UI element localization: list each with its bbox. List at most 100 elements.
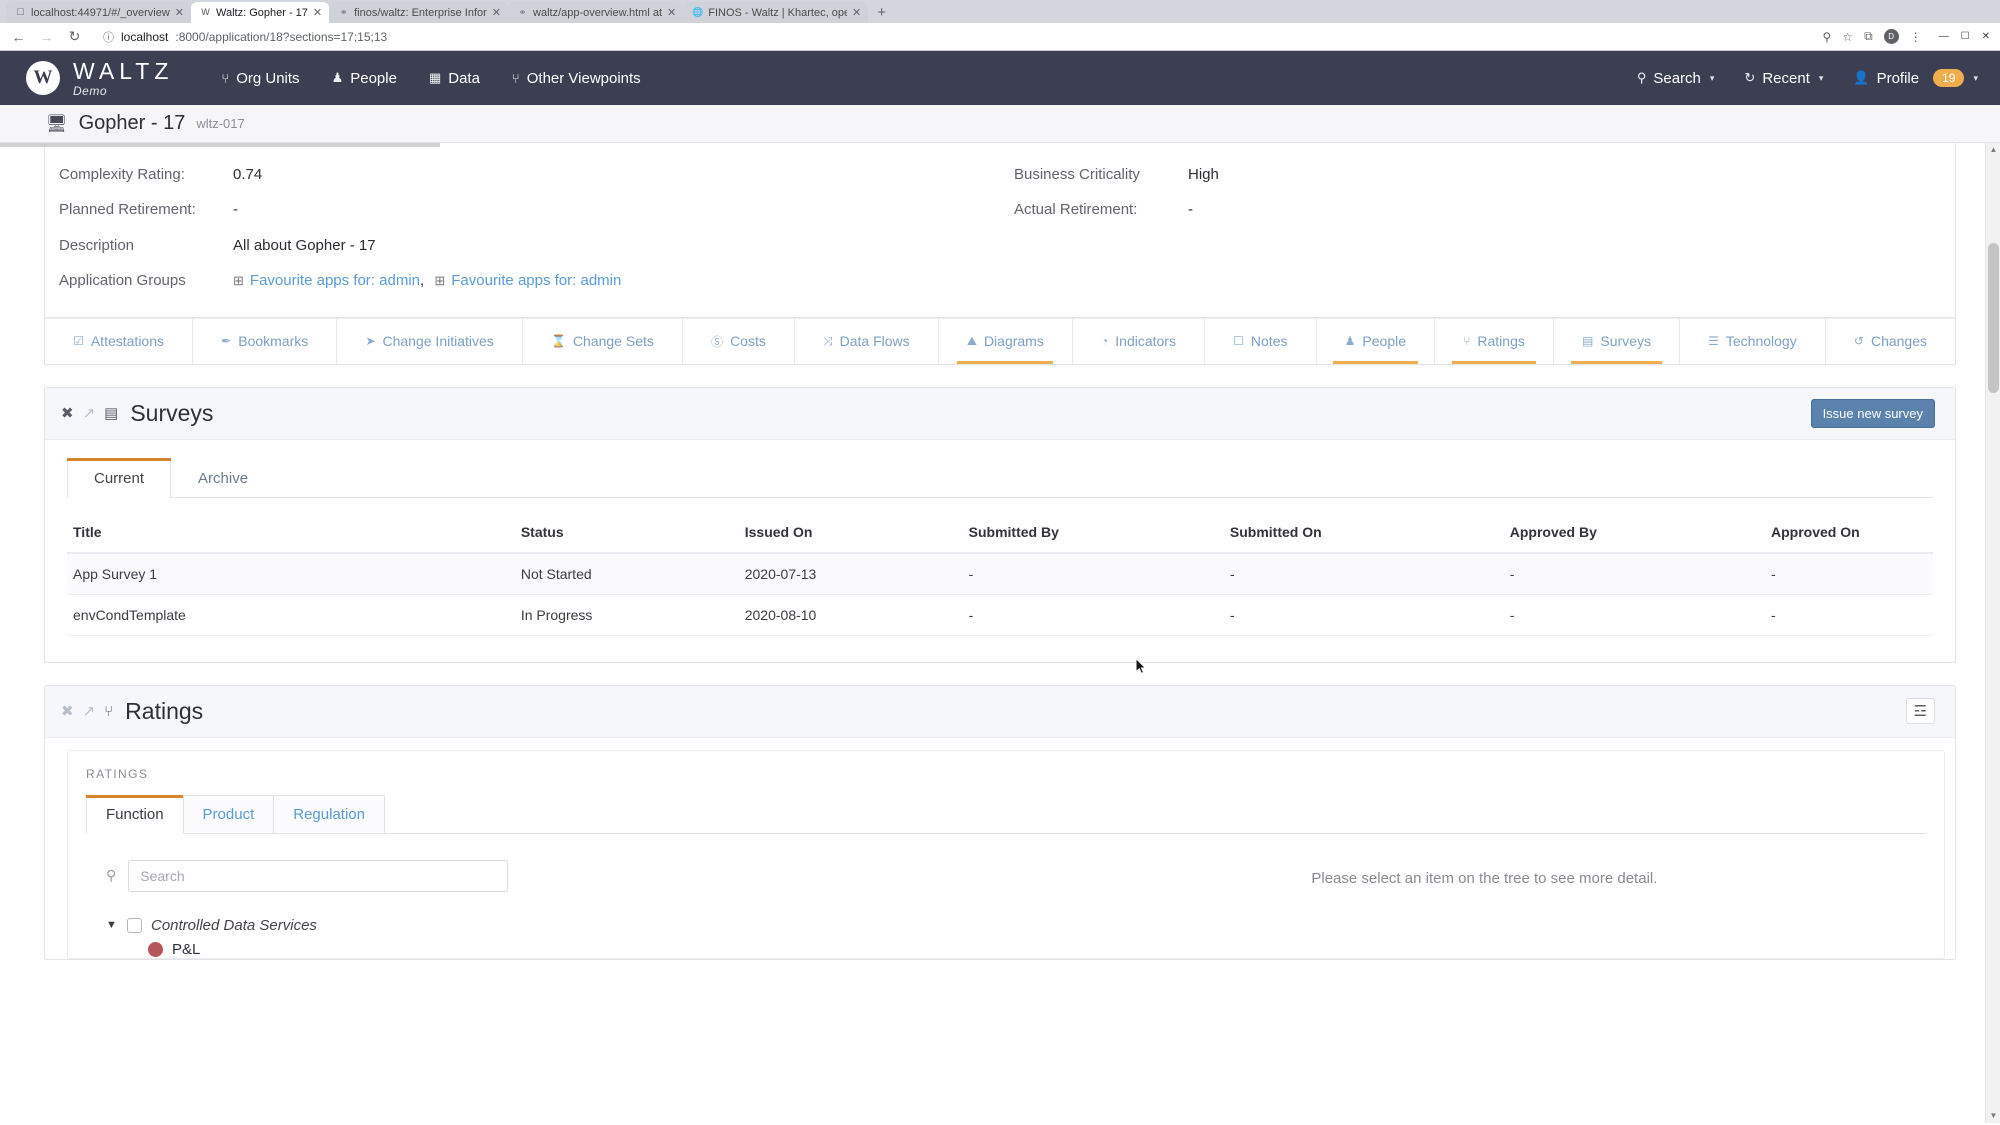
external-link-icon[interactable]: ↗ <box>83 404 96 422</box>
scroll-up-icon[interactable]: ▲ <box>1986 143 2000 157</box>
brand-logo-group[interactable]: W WALTZ Demo <box>26 59 173 98</box>
col-approved-on[interactable]: Approved On <box>1765 513 1933 554</box>
close-icon[interactable]: ✕ <box>492 6 501 19</box>
browser-tab-1[interactable]: W Waltz: Gopher - 17 ✕ <box>191 2 330 23</box>
waltz-icon: W <box>201 7 210 17</box>
col-approved-by[interactable]: Approved By <box>1503 513 1765 554</box>
nav-search[interactable]: ⚲ Search ▾ <box>1637 70 1715 87</box>
surveys-panel-header: ✖ ↗ ▤ Surveys Issue new survey <box>45 387 1955 440</box>
tab-archive[interactable]: Archive <box>171 458 275 498</box>
address-bar[interactable]: ⓘ localhost:8000/application/18?sections… <box>94 26 1812 47</box>
tree-node-controlled-data-services[interactable]: ▼ Controlled Data Services <box>106 914 1019 937</box>
extensions-icon[interactable]: ⧉ <box>1864 29 1873 44</box>
chevron-down-icon[interactable]: ▼ <box>106 919 118 931</box>
tab-current[interactable]: Current <box>67 457 172 498</box>
reload-icon[interactable]: ↻ <box>66 28 83 45</box>
nav-item-other-viewpoints[interactable]: ⑂ Other Viewpoints <box>512 70 641 87</box>
tab-costs[interactable]: Ⓢ Costs <box>683 318 795 364</box>
tab-data-flows[interactable]: ⤨ Data Flows <box>795 318 939 364</box>
browser-tab-2[interactable]: ⚭ finos/waltz: Enterprise Infor ✕ <box>329 2 509 23</box>
app-group-label: Favourite apps for: admin <box>451 272 622 290</box>
tab-diagrams[interactable]: ⛰ Diagrams <box>939 318 1073 364</box>
scroll-down-icon[interactable]: ▼ <box>1986 1109 2000 1123</box>
tab-technology[interactable]: ☰ Technology <box>1680 318 1826 364</box>
avatar[interactable]: D <box>1883 29 1899 44</box>
close-icon[interactable]: ✕ <box>175 6 184 19</box>
rating-color-dot <box>148 941 163 957</box>
close-icon[interactable]: ✖ <box>61 404 74 422</box>
viewpoints-icon: ⑂ <box>511 70 520 86</box>
search-icon[interactable]: ⚲ <box>1823 30 1832 44</box>
back-icon[interactable]: ← <box>10 29 27 45</box>
nav-item-people[interactable]: ♟ People <box>332 70 397 87</box>
external-link-icon[interactable]: ↗ <box>83 702 96 720</box>
scrollbar-thumb[interactable] <box>1988 243 1999 393</box>
page-body: Complexity Rating: 0.74 Business Critica… <box>0 143 2000 1123</box>
table-row[interactable]: App Survey 1 Not Started 2020-07-13 - - … <box>67 552 1933 595</box>
ratings-panel: ✖ ↗ ⑂ Ratings ☲ RATINGS Function Product… <box>44 684 1956 960</box>
issue-new-survey-button[interactable]: Issue new survey <box>1810 398 1935 428</box>
tab-function[interactable]: Function <box>86 794 184 834</box>
col-status[interactable]: Status <box>514 513 739 554</box>
forward-icon[interactable]: → <box>38 29 55 45</box>
col-submitted-by[interactable]: Submitted By <box>962 513 1224 554</box>
close-icon[interactable]: ✖ <box>61 702 74 720</box>
tab-regulation[interactable]: Regulation <box>273 794 385 834</box>
tab-indicators[interactable]: ◔ Indicators <box>1073 318 1206 364</box>
tree-child-label: P&L <box>172 940 201 958</box>
browser-tab-4[interactable]: 🌐 FINOS - Waltz | Khartec, ope ✕ <box>683 2 869 23</box>
tab-notes[interactable]: ☐ Notes <box>1205 318 1317 364</box>
group-icon: ⊞ <box>233 272 244 288</box>
table-header-row: Title Status Issued On Submitted By Subm… <box>67 513 1933 554</box>
nav-item-data[interactable]: ▦ Data <box>429 70 480 87</box>
close-icon[interactable]: ✕ <box>313 6 322 19</box>
tree-child-pl[interactable]: P&L <box>106 937 1019 958</box>
table-row[interactable]: envCondTemplate In Progress 2020-08-10 -… <box>67 594 1933 636</box>
bookmark-star-icon[interactable]: ☆ <box>1842 30 1853 44</box>
people-icon: ♟ <box>1344 334 1356 349</box>
col-issued-on[interactable]: Issued On <box>738 513 963 554</box>
nav-recent[interactable]: ↻ Recent ▾ <box>1744 70 1823 87</box>
close-icon[interactable]: ✕ <box>667 6 676 19</box>
app-group-link[interactable]: ⊞ Favourite apps for: admin <box>233 270 420 291</box>
ratings-search-row: ⚲ <box>106 859 1019 892</box>
page-title: Gopher - 17 <box>78 112 186 134</box>
tab-ratings[interactable]: ⑂ Ratings <box>1435 318 1554 364</box>
nav-recent-label: Recent <box>1762 69 1810 87</box>
browser-tab-3[interactable]: ⚭ waltz/app-overview.html at ✕ <box>508 2 684 23</box>
tab-people[interactable]: ♟ People <box>1317 318 1436 364</box>
options-icon[interactable]: ☲ <box>1905 698 1935 725</box>
nav-profile[interactable]: 👤 Profile 19 ▾ <box>1853 69 1978 87</box>
nav-item-org-units[interactable]: ⑂ Org Units <box>221 70 299 87</box>
detail-row: Description All about Gopher - 17 <box>45 228 1955 263</box>
cell-approved-on: - <box>1765 552 1933 595</box>
ratings-panel-header: ✖ ↗ ⑂ Ratings ☲ <box>45 685 1955 738</box>
tab-changes[interactable]: ↺ Changes <box>1826 319 1955 364</box>
vertical-scrollbar[interactable]: ▲ ▼ <box>1985 143 2000 1123</box>
tree-checkbox[interactable] <box>127 917 142 933</box>
window-minimize-icon[interactable]: — <box>1939 31 1949 42</box>
tab-attestations[interactable]: ☑ Attestations <box>45 318 194 364</box>
tab-label: Surveys <box>1600 333 1651 350</box>
col-submitted-on[interactable]: Submitted On <box>1223 513 1504 554</box>
window-close-icon[interactable]: ✕ <box>1982 31 1990 42</box>
info-icon[interactable]: ⓘ <box>103 29 114 45</box>
brand-subtitle: Demo <box>73 83 108 98</box>
browser-tab-0[interactable]: ☐ localhost:44971/#/_overview ✕ <box>6 2 191 23</box>
tab-bookmarks[interactable]: ✒ Bookmarks <box>193 318 338 364</box>
cell-submitted-on: - <box>1223 552 1504 595</box>
tab-surveys[interactable]: ▤ Surveys <box>1554 318 1681 364</box>
tab-change-sets[interactable]: ⌛ Change Sets <box>523 318 683 364</box>
close-icon[interactable]: ✕ <box>852 6 861 19</box>
cell-title[interactable]: envCondTemplate <box>67 594 515 636</box>
window-maximize-icon[interactable]: ☐ <box>1961 31 1970 42</box>
app-group-link[interactable]: ⊞ Favourite apps for: admin <box>434 270 621 291</box>
tab-change-initiatives[interactable]: ➤ Change Initiatives <box>337 318 523 364</box>
search-input[interactable] <box>128 859 509 892</box>
cell-title[interactable]: App Survey 1 <box>67 552 515 595</box>
browser-menu-icon[interactable]: ⋮ <box>1910 30 1922 44</box>
new-tab-button[interactable]: + <box>868 4 895 23</box>
col-title[interactable]: Title <box>67 513 515 554</box>
cell-issued-on: 2020-07-13 <box>738 552 963 595</box>
tab-product[interactable]: Product <box>182 794 275 834</box>
